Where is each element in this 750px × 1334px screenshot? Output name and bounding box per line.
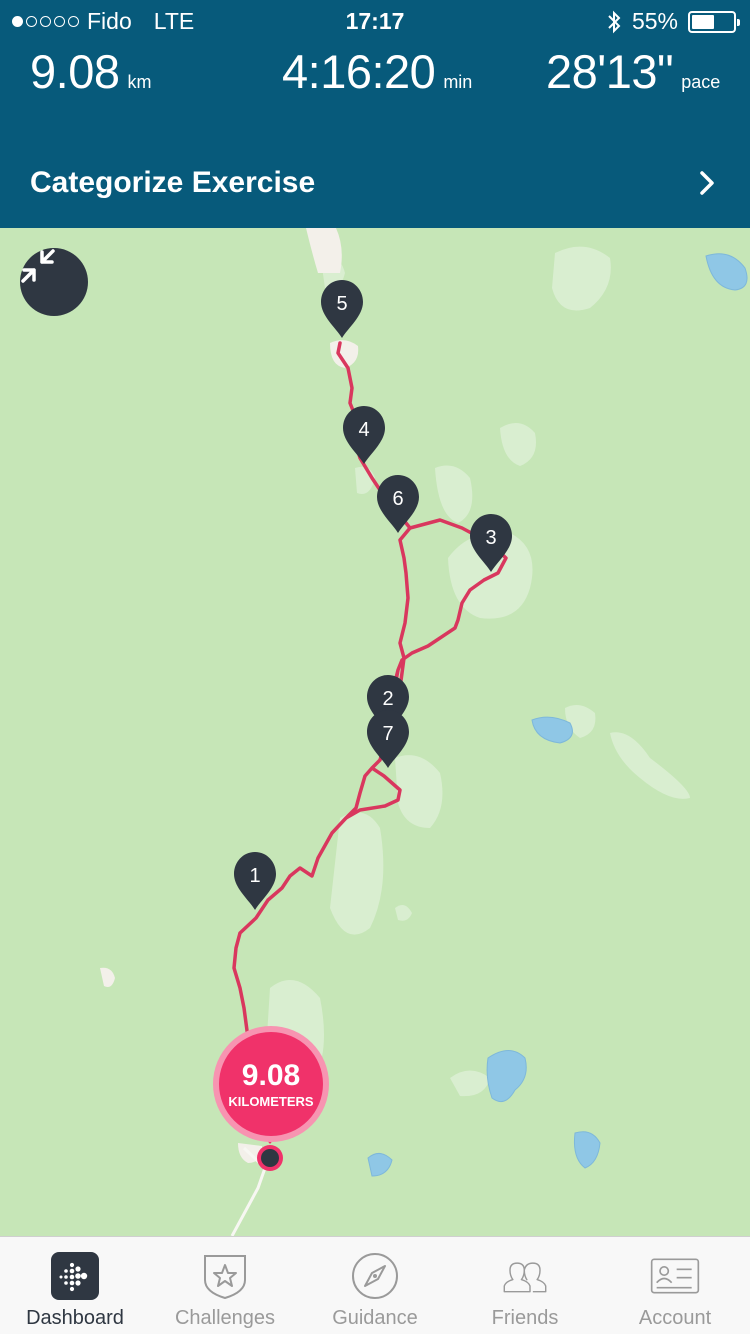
collapse-map-button[interactable] — [20, 248, 88, 316]
compass-icon — [350, 1251, 400, 1301]
pace-stat: 28'13" pace — [546, 44, 720, 99]
duration-stat: 4:16:20 min — [282, 44, 472, 99]
tab-label: Friends — [491, 1307, 559, 1329]
tab-label: Guidance — [332, 1307, 418, 1329]
km-marker-4[interactable]: 4 — [341, 404, 387, 466]
battery-icon — [688, 10, 740, 33]
distance-bubble-value: 9.08 — [241, 1058, 301, 1092]
duration-value: 4:16:20 — [282, 45, 436, 98]
pace-value: 28'13" — [546, 45, 674, 98]
km-marker-label: 6 — [392, 488, 403, 510]
tab-label: Dashboard — [26, 1307, 124, 1329]
tab-label: Challenges — [174, 1307, 276, 1329]
tab-label: Account — [638, 1307, 712, 1329]
tab-account[interactable]: Account — [600, 1237, 750, 1334]
bluetooth-icon — [608, 10, 621, 33]
km-marker-5[interactable]: 5 — [319, 278, 365, 340]
km-marker-label: 2 — [382, 688, 393, 710]
km-marker-6[interactable]: 6 — [375, 473, 421, 535]
tab-guidance[interactable]: Guidance — [300, 1237, 450, 1334]
tab-dashboard[interactable]: Dashboard — [0, 1237, 150, 1334]
distance-value: 9.08 — [30, 45, 120, 98]
friends-icon — [500, 1251, 550, 1301]
km-marker-1[interactable]: 1 — [232, 850, 278, 912]
km-marker-label: 4 — [358, 419, 369, 441]
star-badge-icon — [200, 1251, 250, 1301]
duration-unit: min — [443, 72, 473, 92]
account-card-icon — [650, 1251, 700, 1301]
status-right: 55% — [606, 8, 740, 35]
km-marker-label: 1 — [249, 865, 260, 887]
dashboard-icon — [50, 1251, 100, 1301]
stats-header: Fido LTE 17:17 55% 9.08 km 4:16:20 min 2… — [0, 0, 750, 228]
categorize-exercise-label: Categorize Exercise — [30, 166, 316, 199]
distance-bubble-unit: KILOMETERS — [228, 1093, 314, 1109]
map-terrain — [265, 246, 690, 1097]
km-marker-7[interactable]: 7 — [365, 708, 411, 770]
distance-unit: km — [127, 72, 152, 92]
distance-stat: 9.08 km — [30, 44, 151, 99]
distance-bubble[interactable]: 9.08 KILOMETERS — [213, 1026, 329, 1142]
map-water — [367, 253, 748, 1177]
battery-percent: 55% — [631, 8, 678, 34]
chevron-right-icon — [700, 171, 714, 195]
collapse-arrows-icon — [21, 249, 55, 283]
km-marker-3[interactable]: 3 — [468, 512, 514, 574]
km-marker-label: 7 — [382, 723, 393, 745]
tab-friends[interactable]: Friends — [450, 1237, 600, 1334]
pace-unit: pace — [681, 72, 721, 92]
route-map[interactable]: 5 4 6 3 2 7 1 9.08 KILOMETERS — [0, 228, 750, 1236]
km-marker-label: 5 — [336, 293, 347, 315]
status-bar: Fido LTE 17:17 55% — [0, 0, 750, 42]
tab-challenges[interactable]: Challenges — [150, 1237, 300, 1334]
km-marker-label: 3 — [485, 527, 496, 549]
exercise-stats: 9.08 km 4:16:20 min 28'13" pace — [0, 44, 750, 104]
tab-bar: Dashboard Challenges Guidance Friends Ac… — [0, 1236, 750, 1334]
categorize-exercise-button[interactable]: Categorize Exercise — [0, 150, 750, 216]
